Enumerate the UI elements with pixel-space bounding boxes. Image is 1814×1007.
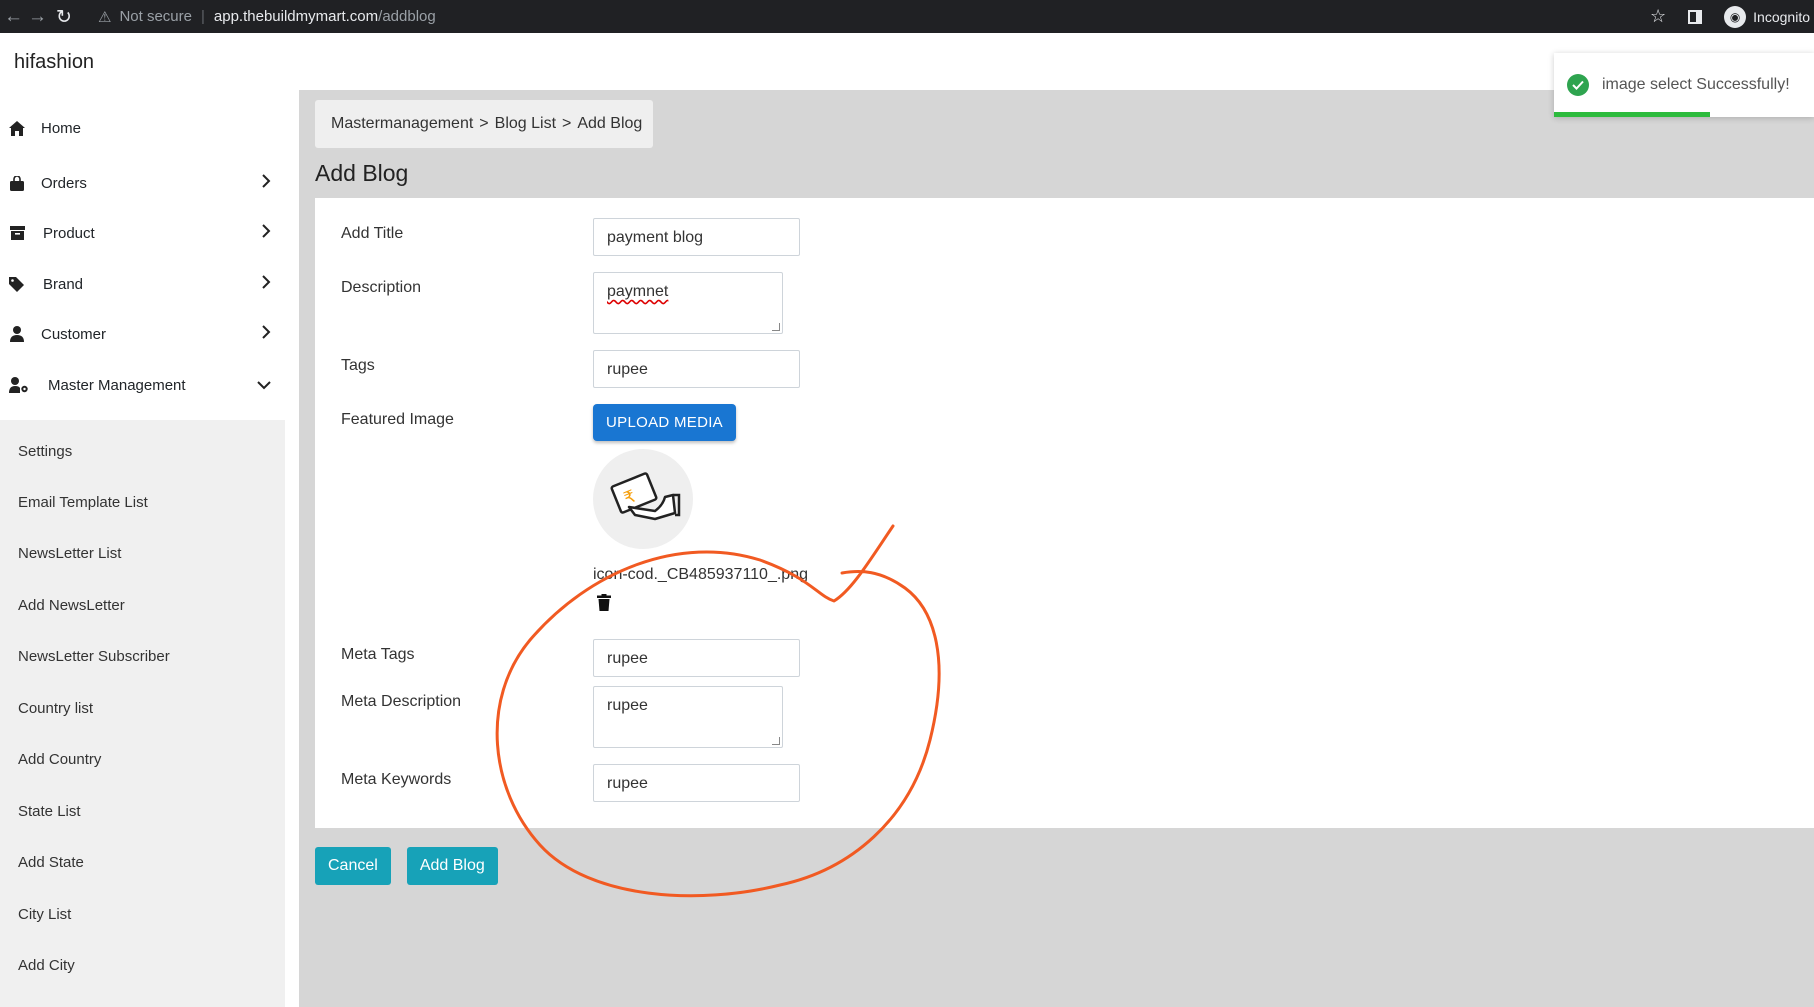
sidebar-item-customer[interactable]: Customer <box>0 309 285 359</box>
form-actions: Cancel Add Blog <box>315 847 498 885</box>
submenu-item[interactable]: Email Template List <box>18 494 148 511</box>
submenu-item[interactable]: Add State <box>18 854 84 871</box>
sidebar-item-home[interactable]: Home <box>0 103 285 153</box>
incognito-icon: ◉ <box>1724 5 1747 28</box>
sidebar-item-product[interactable]: Product <box>0 208 285 258</box>
meta-description-text: rupee <box>607 697 648 714</box>
master-management-submenu: Settings Email Template List NewsLetter … <box>0 420 285 1007</box>
add-blog-button[interactable]: Add Blog <box>406 847 498 885</box>
sidebar-item-label: Customer <box>41 325 107 343</box>
brand-name[interactable]: hifashion <box>14 51 94 74</box>
meta-keywords-input[interactable]: rupee <box>593 764 800 802</box>
chevron-right-icon <box>262 275 271 289</box>
address-bar[interactable]: ⚠ Not secure | app.thebuildmymart.com/ad… <box>98 5 436 28</box>
app-header: hifashion <box>0 33 1814 90</box>
warning-icon: ⚠ <box>98 8 112 26</box>
upload-media-button[interactable]: UPLOAD MEDIA <box>593 404 736 441</box>
resize-handle[interactable] <box>772 323 780 331</box>
breadcrumb-separator: > <box>479 115 489 132</box>
submenu-item[interactable]: City List <box>18 906 71 923</box>
toast-message: image select Successfully! <box>1602 76 1790 93</box>
incognito-label: Incognito <box>1753 8 1810 25</box>
meta-tags-input[interactable]: rupee <box>593 639 800 677</box>
description-label: Description <box>341 279 422 296</box>
image-filename: icon-cod._CB485937110_.png <box>593 566 808 583</box>
tags-label: Tags <box>341 357 375 374</box>
submenu-item[interactable]: Settings <box>18 443 72 460</box>
submenu-item[interactable]: Country list <box>18 700 93 717</box>
bookmark-star-icon[interactable]: ☆ <box>1650 6 1666 27</box>
breadcrumb-item: Add Blog <box>577 115 643 132</box>
submenu-item[interactable]: NewsLetter Subscriber <box>18 648 170 665</box>
meta-keywords-label: Meta Keywords <box>341 771 452 788</box>
chevron-right-icon <box>262 174 271 188</box>
user-cog-icon <box>9 377 29 393</box>
chevron-down-icon <box>257 381 271 390</box>
sidebar-item-label: Orders <box>41 174 87 192</box>
shopping-bag-icon <box>9 175 25 191</box>
security-status: Not secure <box>119 8 192 25</box>
page-title: Add Blog <box>315 160 409 186</box>
blog-form: Add Title payment blog Description paymn… <box>315 198 1814 828</box>
sidebar-item-label: Brand <box>43 275 84 293</box>
sidebar-item-label: Product <box>43 224 95 242</box>
breadcrumb-separator: > <box>562 115 572 132</box>
reload-icon[interactable]: ↻ <box>56 6 72 29</box>
success-toast[interactable]: image select Successfully! <box>1554 53 1814 117</box>
cash-payment-icon: ₹ <box>610 472 681 521</box>
featured-image-label: Featured Image <box>341 411 454 428</box>
tags-input[interactable]: rupee <box>593 350 800 388</box>
title-label: Add Title <box>341 225 404 242</box>
resize-handle[interactable] <box>772 737 780 745</box>
meta-description-textarea[interactable]: rupee <box>593 686 783 748</box>
sidebar: Home Orders Product Brand Customer Maste… <box>0 90 299 1007</box>
browser-toolbar: ← → ↻ ⚠ Not secure | app.thebuildmymart.… <box>0 0 1814 33</box>
archive-icon <box>9 225 25 241</box>
chevron-right-icon <box>262 224 271 238</box>
sidebar-item-label: Master Management <box>48 376 186 394</box>
submenu-item[interactable]: Add Country <box>18 751 101 768</box>
incognito-badge[interactable]: ◉ Incognito <box>1724 5 1814 28</box>
description-textarea[interactable]: paymnet <box>593 272 783 334</box>
main-content: Mastermanagement > Blog List > Add Blog … <box>299 90 1814 1007</box>
submenu-item[interactable]: Add NewsLetter <box>18 597 125 614</box>
home-icon <box>9 120 25 136</box>
back-icon[interactable]: ← <box>4 6 23 28</box>
toast-progress-bar <box>1554 112 1710 117</box>
meta-tags-label: Meta Tags <box>341 646 415 663</box>
sidebar-item-label: Home <box>41 119 82 137</box>
sidebar-item-master-management[interactable]: Master Management <box>0 360 285 410</box>
submenu-item[interactable]: NewsLetter List <box>18 545 121 562</box>
sidebar-item-brand[interactable]: Brand <box>0 259 285 309</box>
breadcrumb: Mastermanagement > Blog List > Add Blog <box>315 100 653 148</box>
submenu-item[interactable]: Add City <box>18 957 75 974</box>
url-path: /addblog <box>378 8 436 25</box>
check-circle-icon <box>1567 74 1589 96</box>
featured-image-thumbnail: ₹ <box>593 449 693 549</box>
tags-icon <box>9 276 25 292</box>
chevron-right-icon <box>262 325 271 339</box>
cancel-button[interactable]: Cancel <box>315 847 391 885</box>
url-host: app.thebuildmymart.com <box>213 8 379 25</box>
sidebar-item-orders[interactable]: Orders <box>0 158 285 208</box>
user-icon <box>9 326 25 342</box>
title-input[interactable]: payment blog <box>593 218 800 256</box>
meta-description-label: Meta Description <box>341 693 462 710</box>
trash-icon[interactable] <box>597 594 611 611</box>
side-panel-icon[interactable] <box>1688 9 1703 24</box>
description-text: paymnet <box>607 283 669 300</box>
breadcrumb-item[interactable]: Mastermanagement <box>331 115 473 133</box>
breadcrumb-item[interactable]: Blog List <box>495 115 556 133</box>
forward-icon[interactable]: → <box>28 6 47 28</box>
submenu-item[interactable]: State List <box>18 803 81 820</box>
